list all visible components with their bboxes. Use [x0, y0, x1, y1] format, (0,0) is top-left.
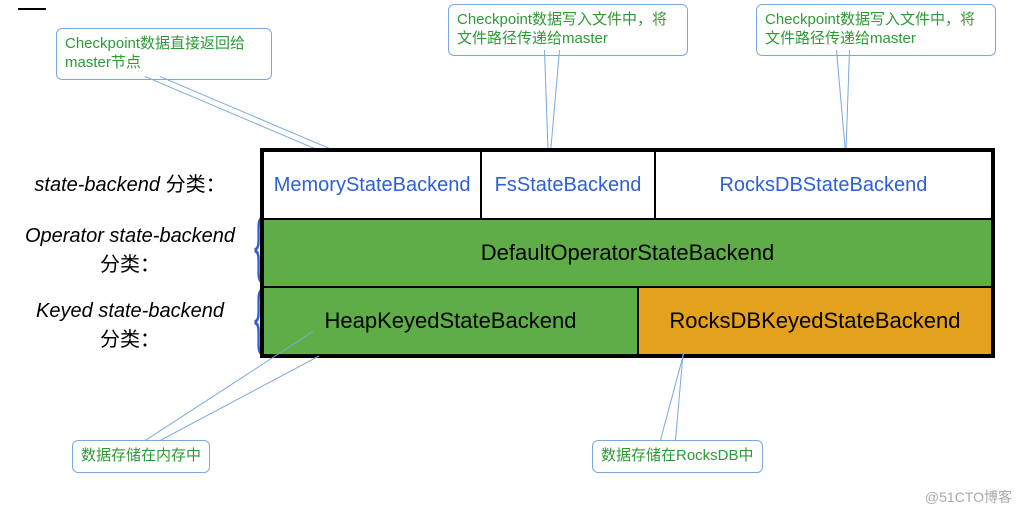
label-suffix: 分类：: [100, 254, 160, 276]
label-suffix: 分类：: [166, 174, 226, 196]
cell-rocksdb-state-backend: RocksDBStateBackend: [655, 151, 992, 219]
table-row: DefaultOperatorStateBackend: [263, 219, 992, 287]
pointer-line: [836, 50, 846, 150]
cell-default-operator-backend: DefaultOperatorStateBackend: [263, 219, 992, 287]
callout-memory-backend: Checkpoint数据直接返回给master节点: [56, 28, 272, 80]
label-state-backend: state-backend 分类：: [0, 168, 260, 197]
callout-fs-backend: Checkpoint数据写入文件中，将文件路径传递给master: [448, 4, 688, 56]
cell-heap-keyed-backend: HeapKeyedStateBackend: [263, 287, 638, 355]
pointer-line: [160, 355, 319, 440]
pointer-line: [544, 50, 548, 150]
callout-memory-storage: 数据存储在内存中: [72, 440, 210, 473]
decor-line: [18, 8, 46, 10]
label-suffix: 分类：: [100, 329, 160, 351]
callout-rocksdb-storage: 数据存储在RocksDB中: [592, 440, 763, 473]
cell-memory-state-backend: MemoryStateBackend: [263, 151, 481, 219]
table-row: HeapKeyedStateBackend RocksDBKeyedStateB…: [263, 287, 992, 355]
label-operator-backend: Operator state-backend 分类：: [0, 225, 260, 277]
cell-fs-state-backend: FsStateBackend: [481, 151, 655, 219]
label-text: Operator state-backend: [25, 225, 235, 247]
table-row: MemoryStateBackend FsStateBackend RocksD…: [263, 151, 992, 219]
label-text: state-backend: [34, 174, 160, 196]
callout-rocksdb-backend: Checkpoint数据写入文件中，将文件路径传递给master: [756, 4, 996, 56]
label-keyed-backend: Keyed state-backend 分类：: [0, 300, 260, 352]
label-text: Keyed state-backend: [36, 300, 224, 322]
pointer-line: [550, 50, 560, 150]
pointer-line: [846, 50, 850, 150]
watermark: @51CTO博客: [925, 487, 1012, 507]
cell-rocksdb-keyed-backend: RocksDBKeyedStateBackend: [638, 287, 992, 355]
backend-table: MemoryStateBackend FsStateBackend RocksD…: [260, 148, 995, 358]
